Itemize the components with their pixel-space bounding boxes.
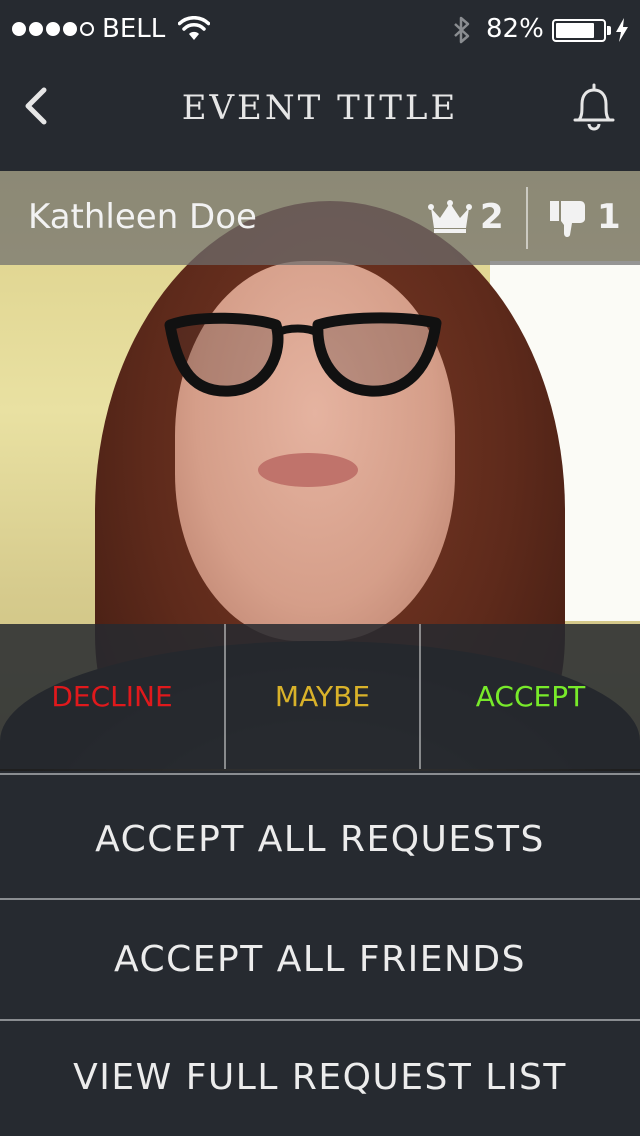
signal-strength-icon (12, 22, 94, 36)
stat-divider (526, 187, 528, 249)
signal-dot (29, 22, 43, 36)
accept-all-requests-button[interactable]: ACCEPT ALL REQUESTS (0, 780, 640, 899)
view-full-request-list-button[interactable]: VIEW FULL REQUEST LIST (0, 1018, 640, 1136)
battery-percent: 82% (486, 14, 544, 44)
divider (0, 773, 640, 775)
status-bar: BELL 82% (0, 0, 640, 60)
thumbs-down-icon (550, 201, 585, 238)
rsvp-bar: DECLINE MAYBE ACCEPT (0, 624, 640, 769)
battery-level-fill (556, 23, 594, 38)
signal-dot (46, 22, 60, 36)
signal-dot-empty (80, 22, 94, 36)
crown-icon (428, 200, 472, 233)
profile-header-bar: Kathleen Doe 2 1 (0, 171, 640, 265)
charging-bolt-icon (616, 18, 628, 42)
bluetooth-icon (454, 16, 470, 44)
profile-photo: Kathleen Doe 2 1 DECLINE MAYBE ACCEPT (0, 171, 640, 771)
maybe-button[interactable]: MAYBE (226, 624, 421, 769)
crown-count: 2 (480, 197, 504, 237)
battery-tip (607, 26, 611, 35)
signal-dot (63, 22, 77, 36)
decline-button[interactable]: DECLINE (0, 624, 226, 769)
bell-icon[interactable] (570, 82, 618, 132)
thumbs-down-count: 1 (597, 197, 621, 237)
page-title: EVENT TITLE (181, 88, 459, 128)
wifi-icon (178, 16, 210, 40)
photo-lips (258, 453, 358, 487)
navigation-bar: EVENT TITLE (0, 60, 640, 171)
accept-button[interactable]: ACCEPT (421, 624, 640, 769)
photo-glasses (164, 312, 442, 397)
carrier-name: BELL (102, 14, 166, 44)
battery-icon (552, 19, 606, 42)
accept-all-friends-button[interactable]: ACCEPT ALL FRIENDS (0, 900, 640, 1019)
profile-name: Kathleen Doe (28, 197, 257, 237)
signal-dot (12, 22, 26, 36)
